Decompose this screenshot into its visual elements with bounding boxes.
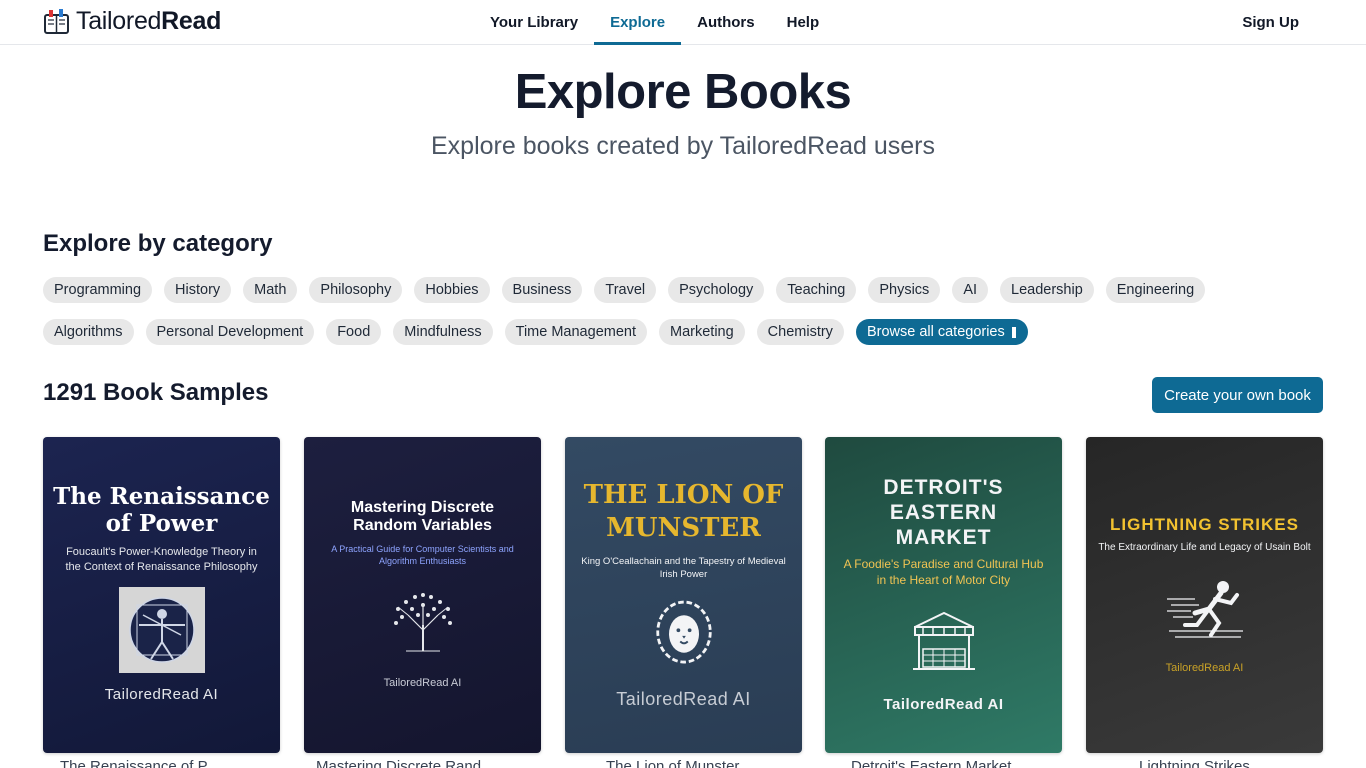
- book-caption[interactable]: Detroit's Eastern Market: [851, 758, 1011, 768]
- book-cover: LIGHTNING STRIKES The Extraordinary Life…: [1086, 437, 1323, 753]
- category-chip-algorithms[interactable]: Algorithms: [43, 319, 134, 345]
- book-cover-subtitle: The Extraordinary Life and Legacy of Usa…: [1098, 542, 1311, 553]
- book-cover: DETROIT'S EASTERN MARKET A Foodie's Para…: [825, 437, 1062, 753]
- lion-icon: [655, 600, 712, 664]
- browse-all-label: Browse all categories: [866, 324, 1005, 340]
- book-cover-title: Mastering Discrete Random Variables: [350, 499, 495, 534]
- category-chip-business[interactable]: Business: [501, 277, 583, 303]
- category-chip-teaching[interactable]: Teaching: [776, 277, 857, 303]
- browse-all-categories-button[interactable]: Browse all categories: [855, 319, 1028, 345]
- brand-name-light: Tailored: [76, 6, 162, 35]
- book-cover-brand: TailoredRead AI: [616, 689, 751, 709]
- page-subtitle: Explore books created by TailoredRead us…: [431, 132, 935, 160]
- book-cover-brand: TailoredRead AI: [1165, 662, 1244, 674]
- book-cover-subtitle: A Foodie's Paradise and Cultural Hub in …: [843, 557, 1044, 587]
- book-card[interactable]: DETROIT'S EASTERN MARKET A Foodie's Para…: [825, 437, 1062, 753]
- category-chip-programming[interactable]: Programming: [43, 277, 153, 303]
- book-cover-title: The Renaissance of Power: [53, 483, 270, 537]
- create-book-button[interactable]: Create your own book: [1152, 377, 1323, 413]
- top-navigation-bar: TailoredRead Your Library Explore Author…: [0, 0, 1366, 45]
- category-chip-history[interactable]: History: [164, 277, 232, 303]
- book-card[interactable]: Mastering Discrete Random Variables A Pr…: [304, 437, 541, 753]
- nav-help[interactable]: Help: [771, 0, 836, 44]
- category-chip-personal-development[interactable]: Personal Development: [145, 319, 315, 345]
- category-chip-food[interactable]: Food: [326, 319, 382, 345]
- book-cover-subtitle: A Practical Guide for Computer Scientist…: [331, 544, 514, 566]
- tree-icon: [393, 593, 452, 652]
- book-card[interactable]: The Renaissance of Power Foucault's Powe…: [43, 437, 280, 753]
- book-logo-icon: [44, 8, 69, 34]
- nav-authors[interactable]: Authors: [681, 0, 771, 44]
- category-chip-travel[interactable]: Travel: [594, 277, 657, 303]
- book-cover-title: DETROIT'S EASTERN MARKET: [883, 476, 1004, 549]
- book-caption[interactable]: The Renaissance of P...: [60, 758, 218, 768]
- samples-heading: 1291 Book Samples: [43, 379, 269, 406]
- category-chip-physics[interactable]: Physics: [868, 277, 941, 303]
- brand-name: TailoredRead: [76, 7, 221, 36]
- category-chip-hobbies[interactable]: Hobbies: [414, 277, 490, 303]
- market-stall-icon: [912, 611, 975, 670]
- nav-your-library[interactable]: Your Library: [474, 0, 594, 44]
- category-chips-row-1: Programming History Math Philosophy Hobb…: [43, 277, 1206, 303]
- page-title: Explore Books: [514, 65, 852, 119]
- categories-heading: Explore by category: [43, 230, 273, 257]
- book-caption[interactable]: Lightning Strikes: [1139, 758, 1250, 768]
- vitruvian-man-icon: [118, 587, 205, 673]
- book-cover-brand: TailoredRead AI: [383, 677, 462, 689]
- book-caption[interactable]: The Lion of Munster: [606, 758, 739, 768]
- book-cover-subtitle: Foucault's Power-Knowledge Theory in the…: [65, 546, 258, 573]
- logo[interactable]: TailoredRead: [43, 5, 221, 37]
- nav-explore[interactable]: Explore: [594, 0, 682, 45]
- book-cover: The Renaissance of Power Foucault's Powe…: [43, 437, 280, 753]
- category-chip-ai[interactable]: AI: [952, 277, 989, 303]
- book-cover-brand: TailoredRead AI: [883, 696, 1004, 713]
- book-caption[interactable]: Mastering Discrete Rand...: [316, 758, 494, 768]
- text-cursor-icon: [1010, 325, 1017, 339]
- category-chip-marketing[interactable]: Marketing: [659, 319, 745, 345]
- sign-up-link[interactable]: Sign Up: [1242, 0, 1299, 44]
- book-cover-subtitle: King O'Ceallachain and the Tapestry of M…: [581, 556, 786, 580]
- category-chip-chemistry[interactable]: Chemistry: [756, 319, 844, 345]
- category-chips-row-2: Algorithms Personal Development Food Min…: [43, 319, 1028, 345]
- category-chip-psychology[interactable]: Psychology: [668, 277, 765, 303]
- book-cover-title: THE LION OF MUNSTER: [583, 480, 784, 543]
- category-chip-leadership[interactable]: Leadership: [1000, 277, 1094, 303]
- category-chip-math[interactable]: Math: [243, 277, 298, 303]
- book-cover: THE LION OF MUNSTER King O'Ceallachain a…: [565, 437, 802, 753]
- category-chip-time-management[interactable]: Time Management: [504, 319, 647, 345]
- main-nav: Your Library Explore Authors Help: [474, 0, 836, 45]
- book-cover-brand: TailoredRead AI: [104, 686, 219, 703]
- book-cover-title: LIGHTNING STRIKES: [1110, 515, 1299, 534]
- book-card[interactable]: THE LION OF MUNSTER King O'Ceallachain a…: [565, 437, 802, 753]
- category-chip-philosophy[interactable]: Philosophy: [309, 277, 403, 303]
- book-card[interactable]: LIGHTNING STRIKES The Extraordinary Life…: [1086, 437, 1323, 753]
- sprinter-icon: [1166, 581, 1243, 638]
- category-chip-engineering[interactable]: Engineering: [1105, 277, 1206, 303]
- brand-name-bold: Read: [161, 6, 222, 35]
- book-cover: Mastering Discrete Random Variables A Pr…: [304, 437, 541, 753]
- category-chip-mindfulness[interactable]: Mindfulness: [393, 319, 493, 345]
